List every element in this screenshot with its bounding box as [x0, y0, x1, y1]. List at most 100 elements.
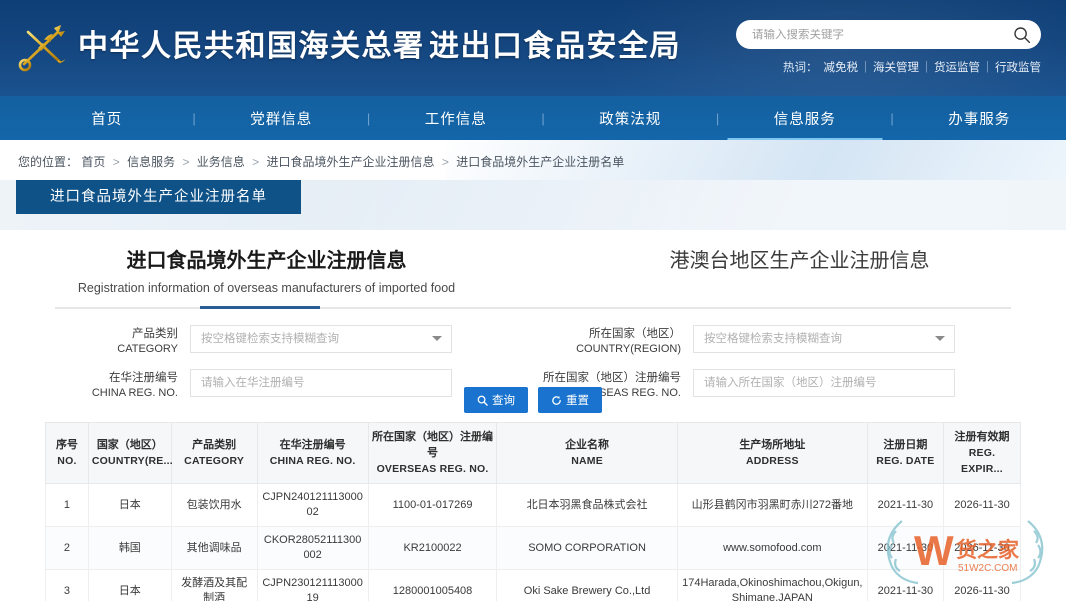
search-icon — [477, 395, 488, 406]
site-logo[interactable]: 中华人民共和国海关总署 进出口食品安全局 — [14, 18, 681, 76]
table-row[interactable]: 2 韩国 其他调味品 CKOR28052111300002 KR2100022 … — [46, 527, 1021, 570]
cell-name: Oki Sake Brewery Co.,Ltd — [497, 570, 677, 601]
col-china-reg-no-zh: 在华注册编号 — [280, 439, 346, 451]
cell-reg-date: 2021-11-30 — [867, 527, 943, 570]
customs-emblem-icon — [14, 18, 72, 76]
chevron-down-icon[interactable] — [935, 336, 945, 341]
cell-reg-date: 2021-11-30 — [867, 484, 943, 527]
col-overseas-reg-no: 所在国家（地区）注册编号 OVERSEAS REG. NO. — [368, 423, 497, 484]
col-category-en: CATEGORY — [175, 453, 254, 469]
col-no: 序号 NO. — [46, 423, 89, 484]
search-input[interactable] — [752, 29, 1013, 41]
search-form: 产品类别 CATEGORY 在华注册编号 CHINA REG. NO. — [0, 309, 1066, 413]
cell-china-reg-no: CJPN23012111300019 — [257, 570, 368, 601]
nav-item-affairs-services[interactable]: 办事服务 — [893, 96, 1066, 140]
cell-address: 山形县鹤冈市羽黑町赤川272番地 — [677, 484, 867, 527]
breadcrumb-prefix: 您的位置： — [18, 155, 78, 169]
col-reg-expiry: 注册有效期 REG. EXPIR... — [943, 423, 1020, 484]
col-no-zh: 序号 — [56, 439, 78, 451]
nav-item-policy-regulations[interactable]: 政策法规 — [544, 96, 718, 140]
country-select-input[interactable] — [693, 325, 955, 353]
col-overseas-reg-no-en: OVERSEAS REG. NO. — [372, 461, 494, 477]
field-country — [693, 325, 955, 353]
hotword-link-3[interactable]: 行政监管 — [995, 59, 1041, 75]
brand-line-2: 进出口食品安全局 — [429, 30, 681, 63]
label-country-en: COUNTRY(REGION) — [533, 342, 681, 357]
hotword-separator: | — [925, 61, 928, 73]
hotwords-bar: 热词： 减免税 | 海关管理 | 货运监管 | 行政监管 — [736, 59, 1041, 75]
page-title-zh-secondary: 港澳台地区生产企业注册信息 — [533, 244, 1066, 273]
breadcrumb-item-3[interactable]: 进口食品境外生产企业注册信息 — [267, 155, 435, 169]
breadcrumb: 您的位置： 首页 > 信息服务 > 业务信息 > 进口食品境外生产企业注册信息 … — [0, 140, 1066, 170]
cell-overseas-reg-no: KR2100022 — [368, 527, 497, 570]
search-button-label: 查询 — [492, 392, 515, 408]
page-title-zh: 进口食品境外生产企业注册信息 — [0, 244, 533, 273]
col-country-en: COUNTRY(RE... — [92, 453, 168, 469]
field-category — [190, 325, 452, 353]
page-title-en: Registration information of overseas man… — [0, 281, 533, 295]
section-tab-registration-list[interactable]: 进口食品境外生产企业注册名单 — [16, 180, 301, 214]
col-category: 产品类别 CATEGORY — [171, 423, 257, 484]
col-reg-date-zh: 注册日期 — [883, 439, 927, 451]
table-row[interactable]: 3 日本 发酵酒及其配制酒 CJPN23012111300019 1280001… — [46, 570, 1021, 601]
cell-country: 日本 — [88, 484, 171, 527]
col-country-zh: 国家（地区） — [97, 439, 163, 451]
nav-item-party-info[interactable]: 党群信息 — [195, 96, 369, 140]
table-row[interactable]: 1 日本 包装饮用水 CJPN24012111300002 1100-01-01… — [46, 484, 1021, 527]
content-area: 进口食品境外生产企业注册信息 Registration information … — [0, 230, 1066, 597]
nav-item-work-info[interactable]: 工作信息 — [369, 96, 543, 140]
hotword-link-2[interactable]: 货运监管 — [934, 59, 980, 75]
cell-reg-expiry: 2026-11-30 — [943, 527, 1020, 570]
cell-address: 174Harada,Okinoshimachou,Okigun,Shimane,… — [677, 570, 867, 601]
category-select-input[interactable] — [190, 325, 452, 353]
section-tab-band: 进口食品境外生产企业注册名单 — [0, 180, 1066, 230]
tab-hk-mo-tw-registration[interactable]: 港澳台地区生产企业注册信息 — [533, 244, 1066, 295]
main-navigation: 首页 | 党群信息 | 工作信息 | 政策法规 | 信息服务 | 办事服务 — [0, 96, 1066, 140]
nav-item-information-services[interactable]: 信息服务 — [718, 96, 892, 140]
breadcrumb-item-0[interactable]: 首页 — [81, 155, 105, 169]
col-category-zh: 产品类别 — [192, 439, 236, 451]
hotword-separator: | — [864, 61, 867, 73]
refresh-icon — [551, 395, 562, 406]
col-address-zh: 生产场所地址 — [739, 439, 805, 451]
col-name-en: NAME — [500, 453, 673, 469]
label-country-zh: 所在国家（地区） — [589, 328, 681, 340]
search-icon[interactable] — [1013, 26, 1031, 44]
breadcrumb-item-2[interactable]: 业务信息 — [197, 155, 245, 169]
col-country: 国家（地区） COUNTRY(RE... — [88, 423, 171, 484]
cell-category: 发酵酒及其配制酒 — [171, 570, 257, 601]
col-china-reg-no-en: CHINA REG. NO. — [261, 453, 365, 469]
cell-country: 日本 — [88, 570, 171, 601]
breadcrumb-separator: > — [182, 155, 189, 169]
table-header: 序号 NO. 国家（地区） COUNTRY(RE... 产品类别 CATEGOR… — [46, 423, 1021, 484]
hotword-link-0[interactable]: 减免税 — [824, 59, 859, 75]
cell-reg-date: 2021-11-30 — [867, 570, 943, 601]
cell-overseas-reg-no: 1280001005408 — [368, 570, 497, 601]
table-body: 1 日本 包装饮用水 CJPN24012111300002 1100-01-01… — [46, 484, 1021, 601]
cell-reg-expiry: 2026-11-30 — [943, 484, 1020, 527]
col-address-en: ADDRESS — [681, 453, 864, 469]
reset-button[interactable]: 重置 — [538, 387, 602, 413]
chevron-down-icon[interactable] — [432, 336, 442, 341]
nav-item-home[interactable]: 首页 — [20, 96, 194, 140]
cell-no: 3 — [46, 570, 89, 601]
site-header: 中华人民共和国海关总署 进出口食品安全局 热词： 减免税 | 海关管理 | — [0, 0, 1066, 96]
label-category-zh: 产品类别 — [132, 328, 178, 340]
tab-overseas-registration[interactable]: 进口食品境外生产企业注册信息 Registration information … — [0, 244, 533, 295]
search-button[interactable]: 查询 — [464, 387, 528, 413]
search-box[interactable] — [736, 20, 1041, 49]
breadcrumb-separator: > — [113, 155, 120, 169]
cell-no: 1 — [46, 484, 89, 527]
breadcrumb-band: 您的位置： 首页 > 信息服务 > 业务信息 > 进口食品境外生产企业注册信息 … — [0, 140, 1066, 180]
col-no-en: NO. — [49, 453, 85, 469]
col-overseas-reg-no-zh: 所在国家（地区）注册编号 — [372, 431, 493, 459]
breadcrumb-item-1[interactable]: 信息服务 — [127, 155, 175, 169]
breadcrumb-separator: > — [442, 155, 449, 169]
form-buttons: 查询 重置 — [0, 387, 1066, 413]
header-search-area: 热词： 减免税 | 海关管理 | 货运监管 | 行政监管 — [736, 20, 1041, 75]
col-reg-expiry-zh: 注册有效期 — [954, 431, 1009, 443]
breadcrumb-separator: > — [252, 155, 259, 169]
breadcrumb-item-4[interactable]: 进口食品境外生产企业注册名单 — [456, 155, 624, 169]
hotword-link-1[interactable]: 海关管理 — [873, 59, 919, 75]
cell-no: 2 — [46, 527, 89, 570]
